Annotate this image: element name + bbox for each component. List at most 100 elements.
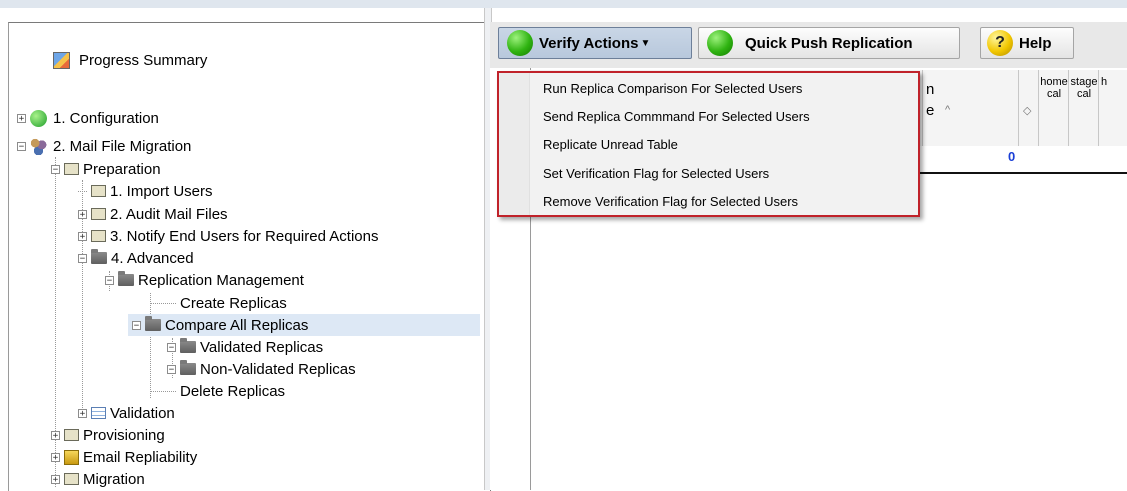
hand-folder-icon (91, 185, 106, 197)
folder-icon (118, 271, 134, 286)
mail-migration-people-icon (30, 137, 47, 155)
folder-icon (180, 338, 196, 353)
green-status-icon (507, 30, 533, 56)
tree-item-configuration[interactable]: + 1. Configuration (17, 107, 159, 129)
green-status-icon (707, 30, 733, 56)
collapse-icon[interactable]: − (17, 141, 26, 151)
tree-label: Create Replicas (180, 294, 287, 312)
tree-label: Progress Summary (79, 51, 208, 69)
tree-label: Preparation (83, 160, 161, 178)
tree-connector (150, 390, 176, 392)
help-button[interactable]: ? Help (980, 27, 1074, 59)
column-label: home cal (1040, 76, 1068, 100)
column-label: h (1101, 76, 1108, 88)
tree-item-mail-file-migration[interactable]: − 2. Mail File Migration (17, 135, 191, 157)
tree-item-compare-all-replicas[interactable]: − Compare All Replicas (128, 314, 480, 336)
folder-icon (145, 316, 161, 331)
expand-icon[interactable]: + (78, 408, 87, 418)
expand-icon[interactable]: + (51, 474, 60, 484)
menu-icon-gutter (499, 73, 530, 215)
tree-item-validation[interactable]: + Validation (78, 402, 175, 424)
hand-folder-icon (91, 208, 106, 220)
dropdown-caret-icon: ▼ (640, 37, 651, 49)
email-lock-icon (64, 449, 79, 465)
hand-folder-icon (64, 163, 79, 175)
collapse-icon[interactable]: − (105, 275, 114, 285)
expand-icon[interactable]: + (78, 209, 87, 219)
collapse-icon[interactable]: − (167, 364, 176, 374)
tree-label: 1. Import Users (110, 182, 213, 200)
grid-column-header[interactable]: n e ^ (922, 70, 1012, 146)
verify-actions-button[interactable]: Verify Actions ▼ (498, 27, 692, 59)
tree-item-notify-end-users[interactable]: + 3. Notify End Users for Required Actio… (78, 225, 378, 247)
tree-connector (78, 190, 87, 192)
tree-item-email-repliability[interactable]: + Email Repliability (51, 446, 197, 468)
collapse-icon[interactable]: − (51, 164, 60, 174)
menu-item-set-verification-flag[interactable]: Set Verification Flag for Selected Users (543, 166, 769, 181)
menu-item-run-replica-comparison[interactable]: Run Replica Comparison For Selected User… (543, 81, 802, 96)
tree-item-replication-management[interactable]: − Replication Management (105, 269, 304, 291)
tree-item-progress-summary[interactable]: Progress Summary (53, 49, 207, 71)
sort-icon[interactable]: ◇ (1023, 104, 1031, 117)
tree-item-migration[interactable]: + Migration (51, 468, 145, 490)
grid-table-icon (91, 407, 106, 419)
collapse-icon[interactable]: − (132, 320, 141, 330)
menu-item-replicate-unread-table[interactable]: Replicate Unread Table (543, 137, 678, 152)
collapse-icon[interactable]: − (78, 253, 87, 263)
tree-label: Email Repliability (83, 448, 198, 466)
toolbar: Verify Actions ▼ Quick Push Replication … (490, 22, 1127, 68)
tree-item-validated-replicas[interactable]: − Validated Replicas (167, 336, 323, 358)
tree-label: 4. Advanced (111, 249, 194, 267)
expand-icon[interactable]: + (51, 452, 60, 462)
expand-icon[interactable]: + (51, 430, 60, 440)
tree-label: Non-Validated Replicas (200, 360, 356, 378)
expand-icon[interactable]: + (17, 113, 26, 123)
menu-item-send-replica-command[interactable]: Send Replica Commmand For Selected Users (543, 109, 810, 124)
tree-item-non-validated-replicas[interactable]: − Non-Validated Replicas (167, 358, 356, 380)
tree-item-import-users[interactable]: 1. Import Users (78, 180, 213, 202)
progress-summary-icon (53, 51, 70, 69)
tree-label: Compare All Replicas (165, 316, 309, 334)
tree-label: Migration (83, 470, 145, 488)
hand-folder-icon (64, 473, 79, 485)
tree-label: 3. Notify End Users for Required Actions (110, 227, 379, 245)
sort-asc-icon[interactable]: ^ (945, 104, 950, 116)
menu-item-remove-verification-flag[interactable]: Remove Verification Flag for Selected Us… (543, 194, 798, 209)
count-cell: 0 (1008, 149, 1016, 164)
tree-item-create-replicas[interactable]: Create Replicas (150, 292, 287, 314)
expand-icon[interactable]: + (78, 231, 87, 241)
hand-folder-icon (64, 429, 79, 441)
column-header-fragment: n (926, 81, 935, 98)
tree-label: 1. Configuration (53, 109, 159, 127)
column-header-fragment: e (926, 102, 935, 119)
tree-label: Validated Replicas (200, 338, 324, 356)
collapse-icon[interactable]: − (167, 342, 176, 352)
tree-item-preparation[interactable]: − Preparation (51, 158, 161, 180)
grid-column-stage-cal[interactable]: stage cal (1068, 70, 1098, 146)
tree-item-advanced[interactable]: − 4. Advanced (78, 247, 194, 269)
quick-push-replication-button[interactable]: Quick Push Replication (698, 27, 960, 59)
configuration-globe-icon (30, 109, 47, 127)
help-label: Help (1019, 34, 1052, 52)
tree-label: Provisioning (83, 426, 165, 444)
tree-label: Delete Replicas (180, 382, 286, 400)
grid-column-header[interactable]: ◇ (1018, 70, 1038, 146)
tree-label: Validation (110, 404, 175, 422)
tree-item-audit-mail-files[interactable]: + 2. Audit Mail Files (78, 203, 228, 225)
verify-actions-label: Verify Actions (539, 34, 639, 52)
verify-actions-menu: Run Replica Comparison For Selected User… (497, 71, 920, 217)
grid-column-home-cal[interactable]: home cal (1038, 70, 1068, 146)
tree-label: 2. Mail File Migration (53, 137, 192, 155)
tree-item-provisioning[interactable]: + Provisioning (51, 424, 165, 446)
grid-column-partial[interactable]: h (1098, 70, 1127, 146)
quick-push-label: Quick Push Replication (745, 34, 913, 52)
window-top-strip (0, 0, 1127, 8)
tree-connector (150, 302, 176, 304)
help-question-icon: ? (987, 30, 1013, 56)
tree-item-delete-replicas[interactable]: Delete Replicas (150, 380, 285, 402)
tree-label: Replication Management (138, 271, 304, 289)
hand-folder-icon (91, 230, 106, 242)
column-label: stage cal (1070, 76, 1098, 100)
folder-icon (180, 360, 196, 375)
tree-label: 2. Audit Mail Files (110, 205, 228, 223)
